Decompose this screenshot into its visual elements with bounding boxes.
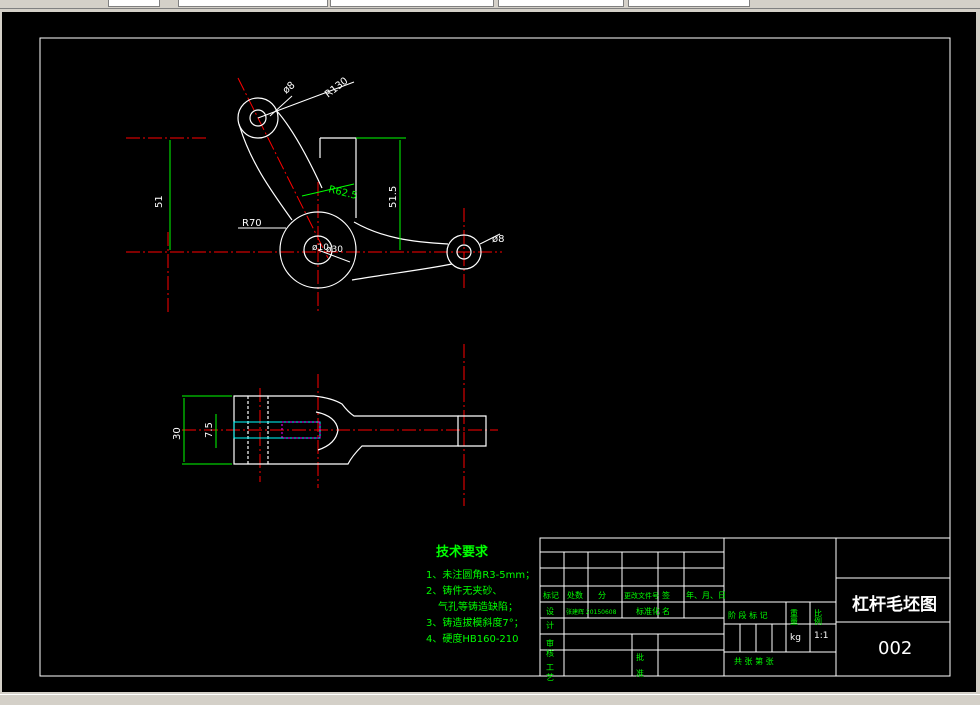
tb-liang: 量	[790, 617, 798, 626]
requirement-4: 4、硬度HB160-210	[426, 632, 519, 645]
centerline-diagonal-arm	[237, 77, 329, 259]
front-inner-curve	[315, 411, 339, 451]
tb-shen: 审	[546, 638, 554, 648]
tb-li: 例	[814, 616, 822, 626]
rib-block	[320, 137, 357, 218]
requirement-1: 1、未注圆角R3-5mm；	[426, 568, 535, 581]
tb-weight-unit: kg	[790, 633, 801, 643]
dim-phi30: ø30	[326, 245, 343, 255]
front-view-centerlines	[182, 344, 498, 506]
arm-left-edge	[238, 123, 293, 221]
tb-std: 标准化	[636, 606, 660, 616]
top-view: ø8 R130 51 51.5 R62.5 R70 ø10 ø30 ø8	[126, 76, 504, 312]
tb-sheji-name: 张建辉 20150608	[566, 608, 617, 616]
title-block-labels: 标记 处数 分 更改文件号 签 年、月、日 设 张建辉 20150608 标准化…	[543, 590, 822, 682]
top-view-outline	[237, 97, 482, 289]
dim-r62: R62.5	[327, 184, 358, 202]
top-view-dimensions	[169, 81, 501, 263]
drawing-number: 002	[878, 638, 912, 659]
dim-30: 30	[172, 427, 183, 440]
tb-he: 核	[546, 648, 554, 658]
tb-scale-value: 1:1	[814, 631, 828, 641]
drawing-svg: ø8 R130 51 51.5 R62.5 R70 ø10 ø30 ø8 30 …	[39, 37, 951, 682]
technical-requirements: 技术要求 1、未注圆角R3-5mm； 2、铸件无夹砂、 气孔等铸造缺陷； 3、铸…	[426, 544, 535, 645]
status-bar	[0, 694, 980, 705]
tb-pi: 批	[636, 652, 644, 662]
tb-yi: 艺	[546, 673, 554, 682]
tb-date: 年、月、日	[686, 590, 726, 600]
cad-toolbar	[0, 0, 980, 9]
tb-ji: 计	[546, 620, 554, 630]
front-view-dim-text: 30 7.5	[172, 422, 215, 440]
toolbar-plotstyle-dropdown[interactable]	[628, 0, 750, 7]
tb-biaoji: 标记	[543, 590, 559, 600]
dim-r130: R130	[323, 76, 350, 101]
title-block-values: kg 1:1 杠杆毛坯图 002	[790, 594, 937, 659]
requirements-title: 技术要求	[436, 544, 489, 560]
dim-515: 51.5	[388, 186, 399, 208]
requirement-2b: 气孔等铸造缺陷；	[438, 600, 518, 613]
title-block: 标记 处数 分 更改文件号 签 年、月、日 设 张建辉 20150608 标准化…	[539, 537, 951, 682]
dim-r70: R70	[242, 218, 262, 229]
top-view-centerlines	[126, 77, 502, 312]
tb-zhun: 准	[636, 668, 644, 678]
tb-she: 设	[546, 606, 554, 616]
toolbar-color-dropdown[interactable]	[498, 0, 624, 7]
toolbar-lineweight-dropdown[interactable]	[330, 0, 494, 7]
tb-stage: 阶 段 标 记	[728, 610, 768, 620]
tb-gong: 工	[546, 663, 554, 672]
tb-qianming: 签	[662, 590, 670, 600]
tb-gengai: 更改文件号	[624, 591, 659, 600]
tb-ming: 名	[662, 606, 670, 616]
dim-phi8-top: ø8	[281, 80, 298, 96]
drawing-title: 杠杆毛坯图	[852, 594, 937, 615]
dim-phi8-right: ø8	[492, 234, 504, 245]
requirement-3: 3、铸造拔模斜度7°；	[426, 616, 524, 629]
tb-sheets: 共 张 第 张	[734, 656, 774, 666]
right-arm-top-edge	[353, 221, 449, 245]
dim-51: 51	[154, 195, 165, 208]
top-view-dim-text: ø8 R130 51 51.5 R62.5 R70 ø10 ø30 ø8	[154, 76, 504, 255]
right-arm-bottom-edge	[351, 263, 453, 281]
requirement-2: 2、铸件无夹砂、	[426, 584, 502, 597]
tb-chushu: 处数	[567, 590, 583, 600]
front-view: 30 7.5	[172, 344, 498, 506]
toolbar-layer-control[interactable]	[108, 0, 160, 7]
toolbar-linetype-dropdown[interactable]	[178, 0, 328, 7]
front-eye-boss	[458, 415, 487, 447]
tb-fenqu: 分	[598, 591, 606, 600]
dim-75: 7.5	[204, 422, 215, 438]
drawing-canvas[interactable]: ø8 R130 51 51.5 R62.5 R70 ø10 ø30 ø8 30 …	[2, 12, 976, 692]
arm-right-edge	[275, 109, 323, 189]
